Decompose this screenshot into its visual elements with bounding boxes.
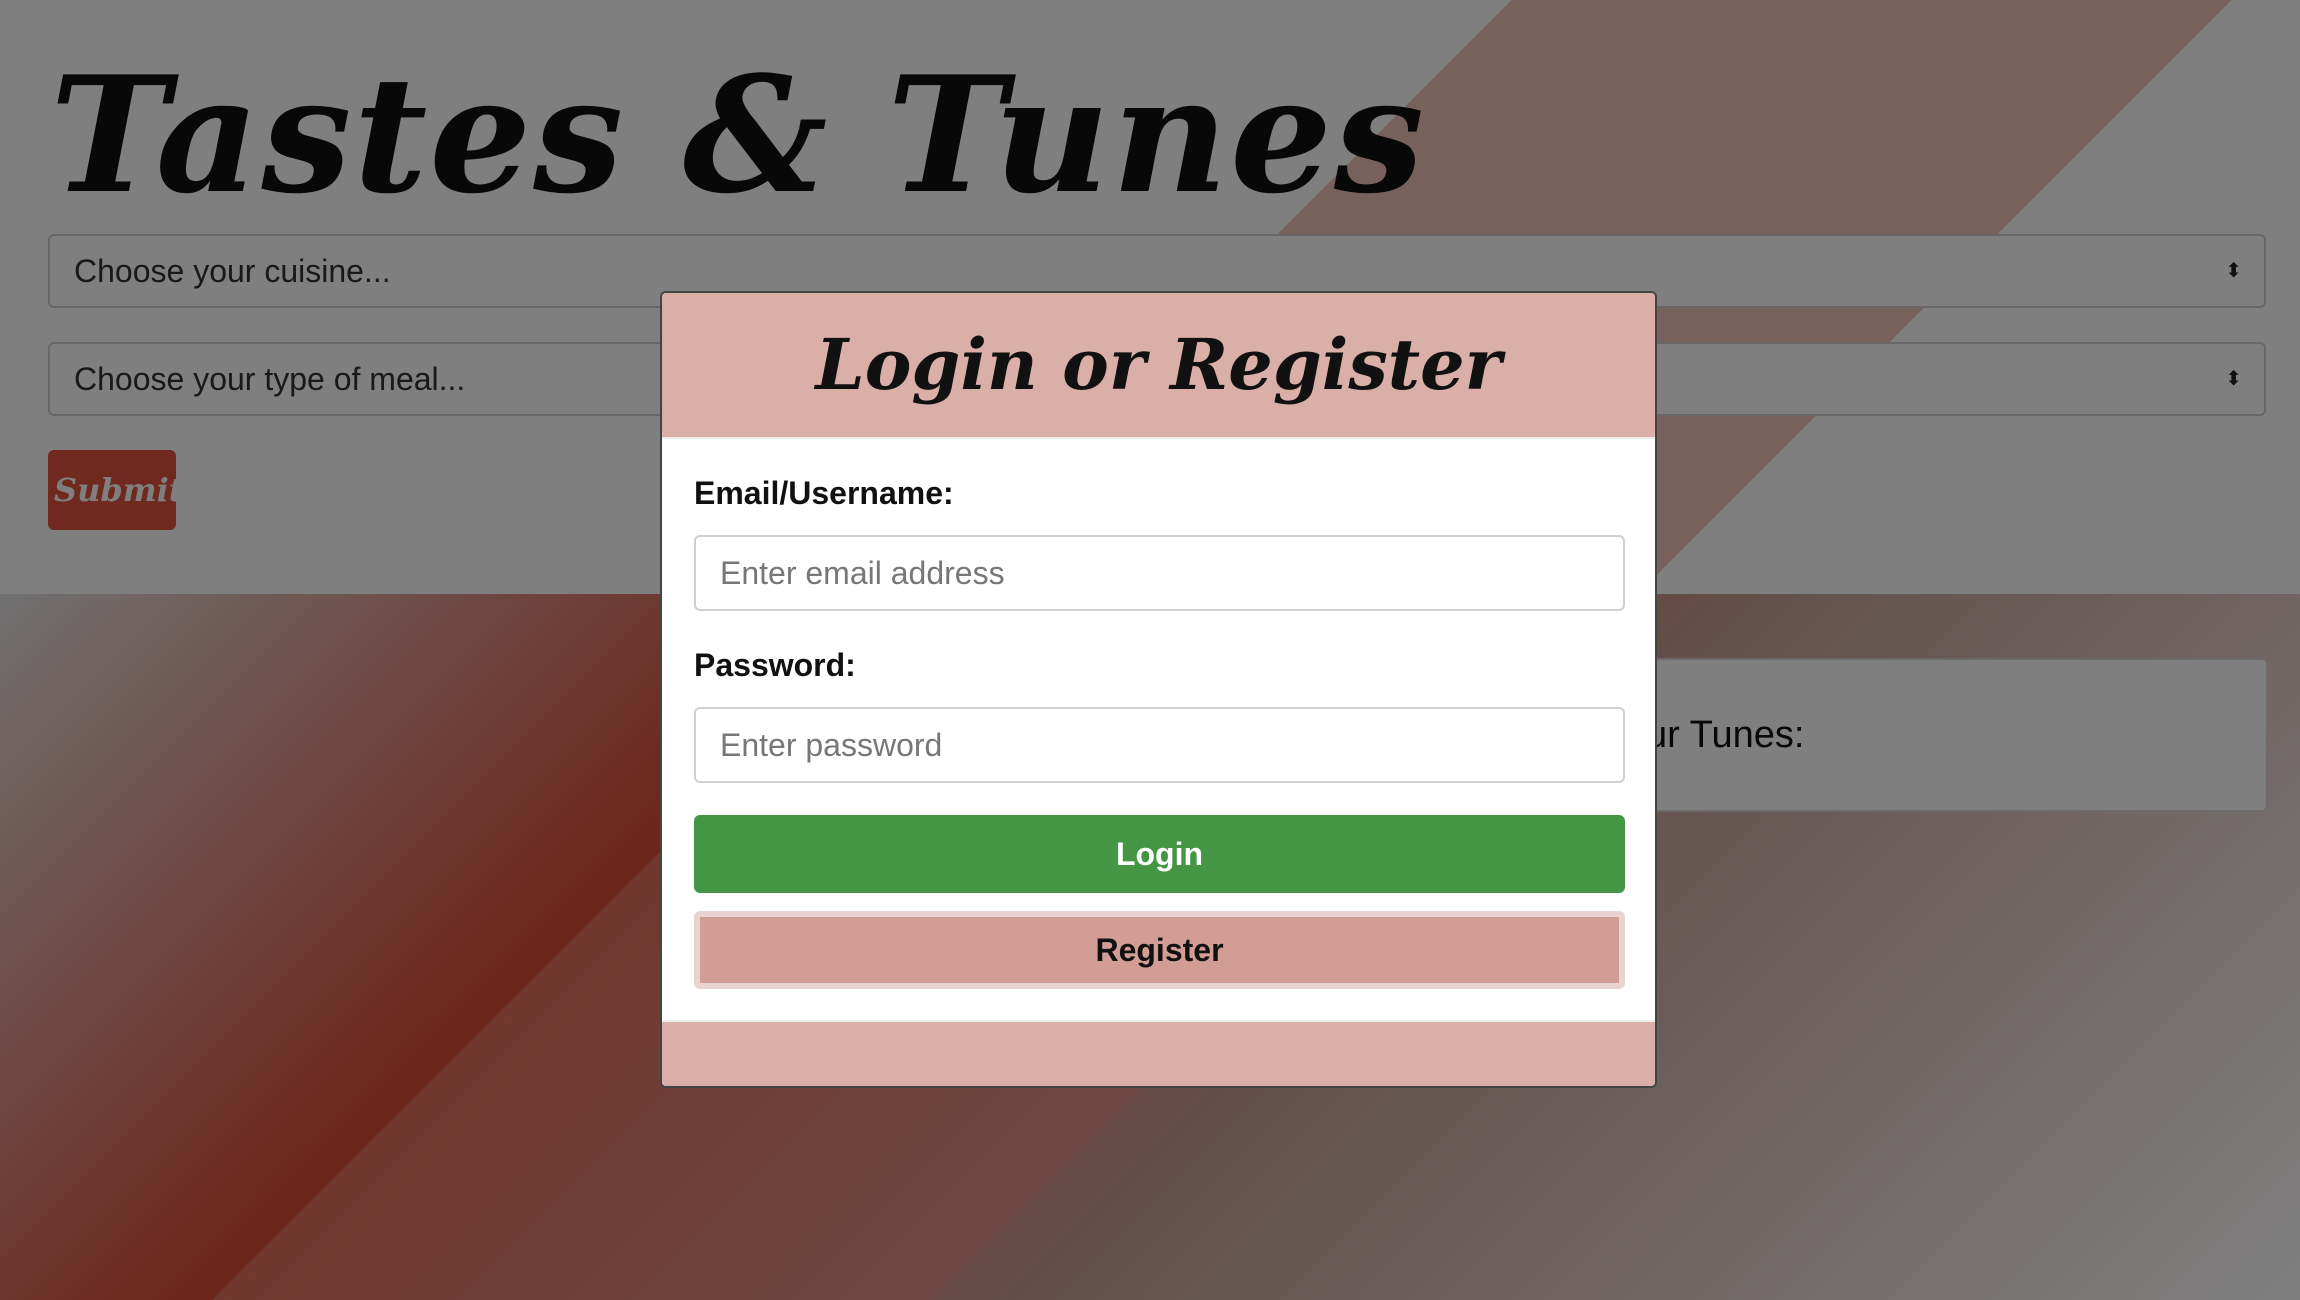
register-button[interactable]: Register (694, 911, 1625, 989)
password-field[interactable] (694, 707, 1625, 783)
modal-header: Login or Register (662, 293, 1655, 439)
modal-footer (662, 1020, 1655, 1086)
email-label: Email/Username: (694, 475, 954, 511)
modal-title: Login or Register (815, 323, 1502, 406)
email-field[interactable] (694, 535, 1625, 611)
login-button[interactable]: Login (694, 815, 1625, 893)
password-label: Password: (694, 647, 856, 683)
login-modal: Login or Register Email/Username: Passwo… (660, 291, 1657, 1088)
